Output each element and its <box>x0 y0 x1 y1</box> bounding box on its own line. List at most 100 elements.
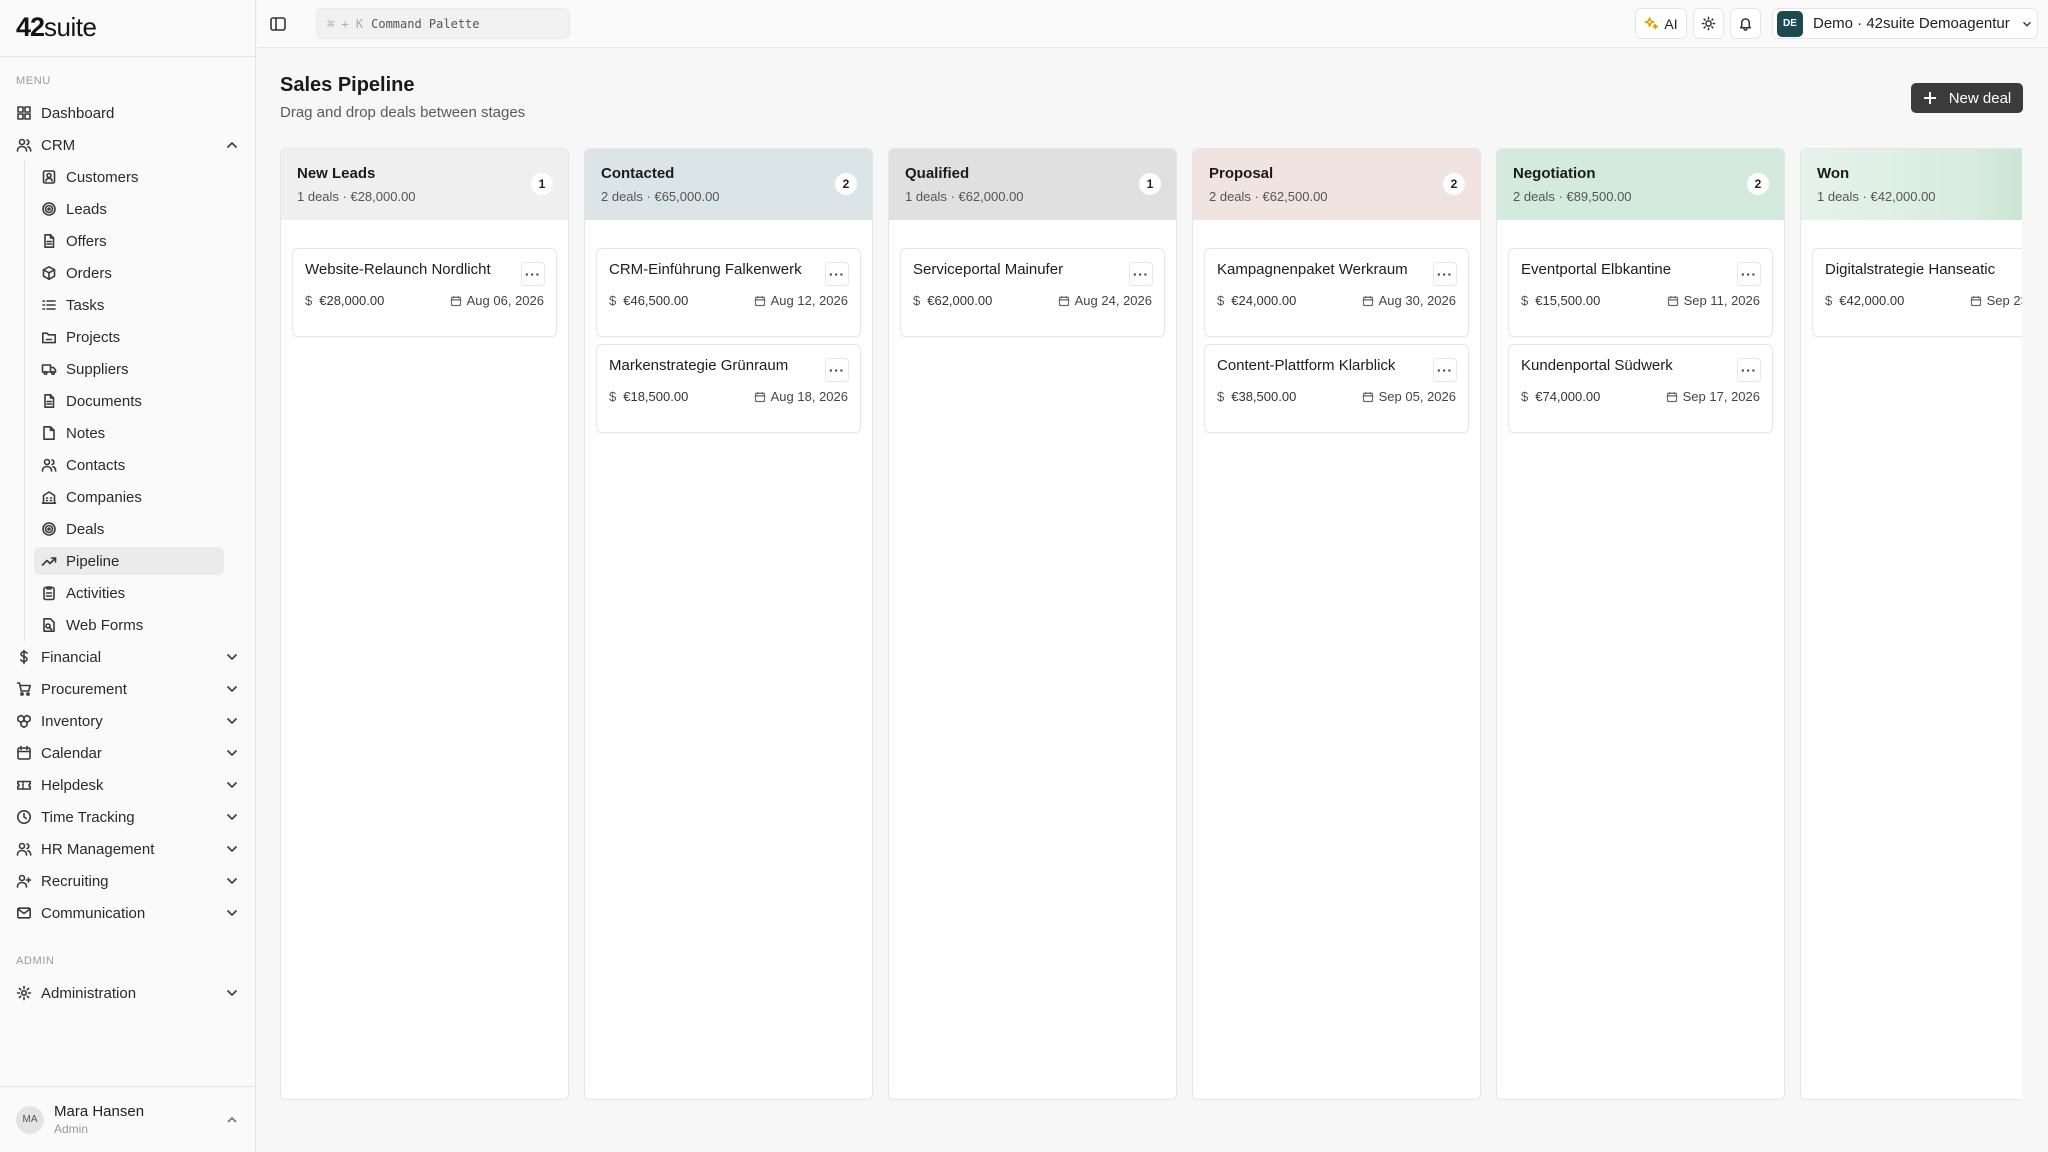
deal-card[interactable]: Eventportal Elbkantine ··· $ €15,500.00 Sep … <box>1508 248 1773 337</box>
sidebar-toggle-button[interactable] <box>267 13 289 35</box>
pipeline-column-negotiation[interactable]: Negotiation 2 deals · €89,500.00 2 Eventpor… <box>1496 148 1785 1100</box>
deal-card[interactable]: CRM-Einführung Falkenwerk ··· $ €46,500.00 A… <box>596 248 861 337</box>
more-options-button[interactable]: ··· <box>521 262 545 286</box>
sidebar-item-tasks[interactable]: Tasks <box>34 291 224 319</box>
sidebar-item-calendar[interactable]: Calendar <box>16 739 240 767</box>
sidebar-item-label: Projects <box>66 328 121 346</box>
deal-amount: $ €62,000.00 <box>913 293 992 308</box>
sidebar-item-time-tracking[interactable]: Time Tracking <box>16 803 240 831</box>
ai-button[interactable]: AI <box>1635 8 1687 39</box>
user-menu[interactable]: MA Mara Hansen Admin <box>0 1086 256 1152</box>
sidebar-item-financial[interactable]: Financial <box>16 643 240 671</box>
deal-card[interactable]: Website-Relaunch Nordlicht ··· $ €28,000.00… <box>292 248 557 337</box>
sidebar-item-label: Time Tracking <box>41 808 135 826</box>
more-options-button[interactable]: ··· <box>825 358 849 382</box>
sidebar-item-label: Tasks <box>66 296 105 314</box>
deal-card[interactable]: Kundenportal Südwerk ··· $ €74,000.00 Sep 17… <box>1508 344 1773 433</box>
theme-toggle-button[interactable] <box>1693 8 1724 39</box>
deal-card[interactable]: Content-Plattform Klarblick ··· $ €38,500.0… <box>1204 344 1469 433</box>
sidebar-item-label: Customers <box>66 168 139 186</box>
sidebar-item-documents[interactable]: Documents <box>34 387 224 415</box>
sidebar-item-label: Financial <box>41 648 102 666</box>
dollar-icon: $ <box>1217 293 1225 308</box>
ellipsis-icon: ··· <box>1741 362 1757 378</box>
sidebar-item-inventory[interactable]: Inventory <box>16 707 240 735</box>
sun-icon <box>1701 16 1716 31</box>
sidebar-item-pipeline[interactable]: Pipeline <box>34 547 224 575</box>
sidebar-item-customers[interactable]: Customers <box>34 163 224 191</box>
deal-date-value: Aug 24, 2026 <box>1074 293 1152 308</box>
sidebar-item-contacts[interactable]: Contacts <box>34 451 224 479</box>
dollar-icon: $ <box>1521 293 1529 308</box>
sidebar-item-activities[interactable]: Activities <box>34 579 224 607</box>
sidebar-item-deals[interactable]: Deals <box>34 515 224 543</box>
sidebar: 42 suite MENU Dashboard CRM Customers Lead… <box>0 0 256 1152</box>
sidebar-item-procurement[interactable]: Procurement <box>16 675 240 703</box>
deal-title: CRM-Einführung Falkenwerk <box>609 261 802 278</box>
deal-date: Sep 05, 2026 <box>1362 389 1456 404</box>
sidebar-item-web-forms[interactable]: Web Forms <box>34 611 224 639</box>
sidebar-item-hr-management[interactable]: HR Management <box>16 835 240 863</box>
sidebar-item-label: Helpdesk <box>41 776 104 794</box>
pipeline-column-qualified[interactable]: Qualified 1 deals · €62,000.00 1 Servicepor… <box>888 148 1177 1100</box>
sidebar-item-suppliers[interactable]: Suppliers <box>34 355 224 383</box>
pipeline-column-proposal[interactable]: Proposal 2 deals · €62,500.00 2 Kampagnenpa… <box>1192 148 1481 1100</box>
more-options-button[interactable]: ··· <box>1737 262 1761 286</box>
deal-card[interactable]: Digitalstrategie Hanseatic···$€42,000.00… <box>1812 248 2022 337</box>
deal-card[interactable]: Serviceportal Mainufer ··· $ €62,000.00 Aug … <box>900 248 1165 337</box>
org-switcher[interactable]: DE Demo · 42suite Demoagentur <box>1772 8 2038 39</box>
users-icon <box>16 841 32 857</box>
ellipsis-icon: ··· <box>829 362 845 378</box>
sidebar-item-helpdesk[interactable]: Helpdesk <box>16 771 240 799</box>
pipeline-column-won[interactable]: Won1 deals · €42,000.001Digitalstrategie… <box>1800 148 2022 1100</box>
pipeline-column-new-leads[interactable]: New Leads 1 deals · €28,000.00 1 Website-Re… <box>280 148 569 1100</box>
sidebar-item-orders[interactable]: Orders <box>34 259 224 287</box>
deal-card[interactable]: Markenstrategie Grünraum ··· $ €18,500.00 Au… <box>596 344 861 433</box>
more-options-button[interactable]: ··· <box>1737 358 1761 382</box>
command-palette-button[interactable]: ⌘ + K Command Palette <box>316 8 570 39</box>
gear-icon <box>16 985 32 1001</box>
target-icon <box>41 521 57 537</box>
more-options-button[interactable]: ··· <box>825 262 849 286</box>
box-icon <box>41 265 57 281</box>
more-options-button[interactable]: ··· <box>1433 358 1457 382</box>
sidebar-item-leads[interactable]: Leads <box>34 195 224 223</box>
sidebar-item-notes[interactable]: Notes <box>34 419 224 447</box>
clock-icon <box>16 809 32 825</box>
deal-amount: $ €38,500.00 <box>1217 389 1296 404</box>
app-logo[interactable]: 42 suite <box>16 12 97 46</box>
sidebar-item-label: Web Forms <box>66 616 144 634</box>
sidebar-item-dashboard[interactable]: Dashboard <box>16 99 240 127</box>
sidebar-item-crm[interactable]: CRM <box>16 131 240 159</box>
org-label: Demo · 42suite Demoagentur <box>1813 15 2010 32</box>
user-name: Mara Hansen <box>54 1103 145 1120</box>
column-header: Negotiation 2 deals · €89,500.00 2 <box>1497 149 1784 220</box>
submenu-rail <box>24 161 25 641</box>
sidebar-item-administration[interactable]: Administration <box>16 979 240 1007</box>
sidebar-item-label: Recruiting <box>41 872 109 890</box>
sidebar-item-offers[interactable]: Offers <box>34 227 224 255</box>
more-options-button[interactable]: ··· <box>1129 262 1153 286</box>
sparkles-icon <box>1645 17 1659 30</box>
notifications-button[interactable] <box>1730 8 1761 39</box>
ellipsis-icon: ··· <box>1437 266 1453 282</box>
sidebar-item-label: Companies <box>66 488 142 506</box>
pipeline-column-contacted[interactable]: Contacted 2 deals · €65,000.00 2 CRM-Einfüh… <box>584 148 873 1100</box>
sidebar-item-projects[interactable]: Projects <box>34 323 224 351</box>
more-options-button[interactable]: ··· <box>1433 262 1457 286</box>
dollar-icon: $ <box>1217 389 1225 404</box>
column-count-badge: 2 <box>1747 173 1769 195</box>
sidebar-item-companies[interactable]: Companies <box>34 483 224 511</box>
sidebar-item-communication[interactable]: Communication <box>16 899 240 927</box>
deal-title: Digitalstrategie Hanseatic <box>1825 261 1996 278</box>
deal-title: Kampagnenpaket Werkraum <box>1217 261 1408 278</box>
column-title: Negotiation <box>1513 165 1596 182</box>
deal-date: Aug 18, 2026 <box>754 389 848 404</box>
ellipsis-icon: ··· <box>525 266 541 282</box>
deal-card[interactable]: Kampagnenpaket Werkraum ··· $ €24,000.00 Aug… <box>1204 248 1469 337</box>
users-icon <box>41 457 57 473</box>
deal-date-value: Aug 12, 2026 <box>770 293 848 308</box>
dollar-icon: $ <box>1825 293 1833 308</box>
new-deal-button[interactable]: New deal <box>1911 83 2023 113</box>
sidebar-item-recruiting[interactable]: Recruiting <box>16 867 240 895</box>
